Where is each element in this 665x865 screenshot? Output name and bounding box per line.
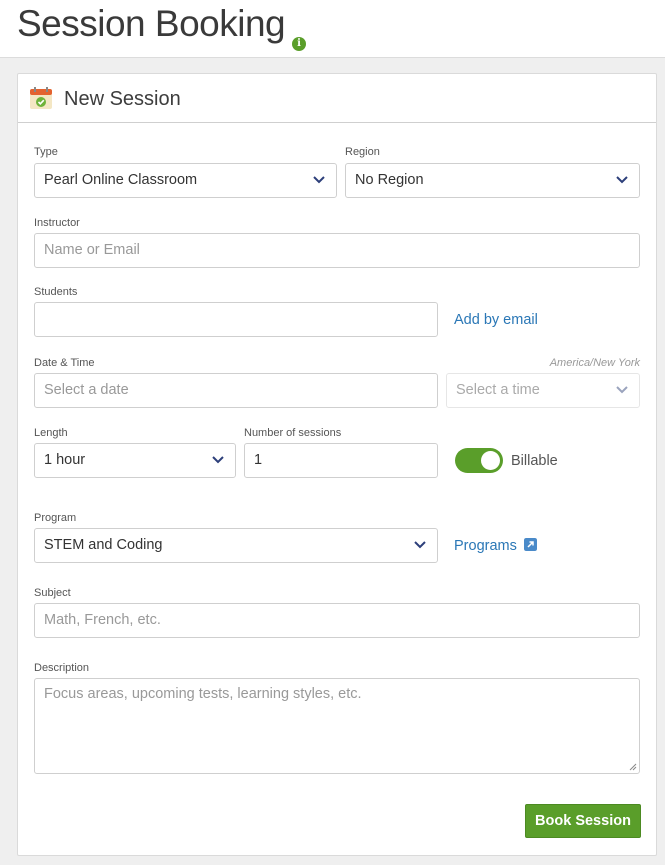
instructor-input[interactable]: Name or Email [34, 233, 640, 268]
programs-link[interactable]: Programs [454, 538, 537, 554]
date-placeholder: Select a date [44, 382, 129, 398]
time-placeholder: Select a time [456, 382, 540, 398]
page-title: Session Booking [17, 3, 286, 44]
chevron-down-icon [212, 456, 224, 464]
region-label: Region [345, 146, 380, 158]
length-value: 1 hour [44, 452, 86, 468]
region-value: No Region [355, 172, 424, 188]
program-select[interactable]: STEM and Coding [34, 528, 438, 563]
chevron-down-icon [313, 176, 325, 184]
region-select[interactable]: No Region [345, 163, 640, 198]
chevron-down-icon [414, 541, 426, 549]
type-value: Pearl Online Classroom [44, 172, 198, 188]
resize-grip-icon[interactable] [629, 763, 637, 771]
card-title: New Session [64, 88, 181, 110]
length-label: Length [34, 427, 68, 439]
time-select[interactable]: Select a time [446, 373, 640, 408]
students-label: Students [34, 286, 78, 298]
num-sessions-label: Number of sessions [244, 427, 342, 439]
num-sessions-input[interactable]: 1 [244, 443, 438, 478]
info-icon[interactable]: i [292, 37, 306, 51]
add-by-email-link[interactable]: Add by email [454, 312, 538, 328]
type-select[interactable]: Pearl Online Classroom [34, 163, 337, 198]
chevron-down-icon [616, 176, 628, 184]
description-placeholder: Focus areas, upcoming tests, learning st… [44, 686, 362, 702]
timezone-label: America/New York [549, 357, 640, 369]
date-input[interactable]: Select a date [34, 373, 438, 408]
description-label: Description [34, 662, 90, 674]
calendar-check-icon [30, 87, 52, 109]
description-textarea[interactable]: Focus areas, upcoming tests, learning st… [34, 678, 640, 774]
external-link-icon [523, 538, 537, 551]
instructor-placeholder: Name or Email [44, 242, 140, 258]
card-header: New Session [18, 74, 656, 123]
program-label: Program [34, 512, 77, 524]
page-header: Session Booking i [0, 0, 665, 58]
students-input[interactable] [34, 302, 438, 337]
toggle-knob [481, 451, 500, 470]
program-value: STEM and Coding [44, 537, 163, 553]
subject-label: Subject [34, 587, 71, 599]
chevron-down-icon [616, 386, 628, 394]
book-session-button[interactable]: Book Session [525, 804, 641, 838]
length-select[interactable]: 1 hour [34, 443, 236, 478]
num-sessions-value: 1 [254, 452, 263, 468]
instructor-label: Instructor [34, 217, 80, 229]
new-session-card: New Session Type Pearl Online Classroom … [17, 73, 657, 856]
datetime-label: Date & Time [34, 357, 95, 369]
subject-input[interactable]: Math, French, etc. [34, 603, 640, 638]
subject-placeholder: Math, French, etc. [44, 612, 161, 628]
programs-link-label: Programs [454, 538, 517, 554]
billable-label: Billable [511, 453, 558, 469]
billable-toggle[interactable] [455, 448, 503, 473]
type-label: Type [34, 146, 58, 158]
